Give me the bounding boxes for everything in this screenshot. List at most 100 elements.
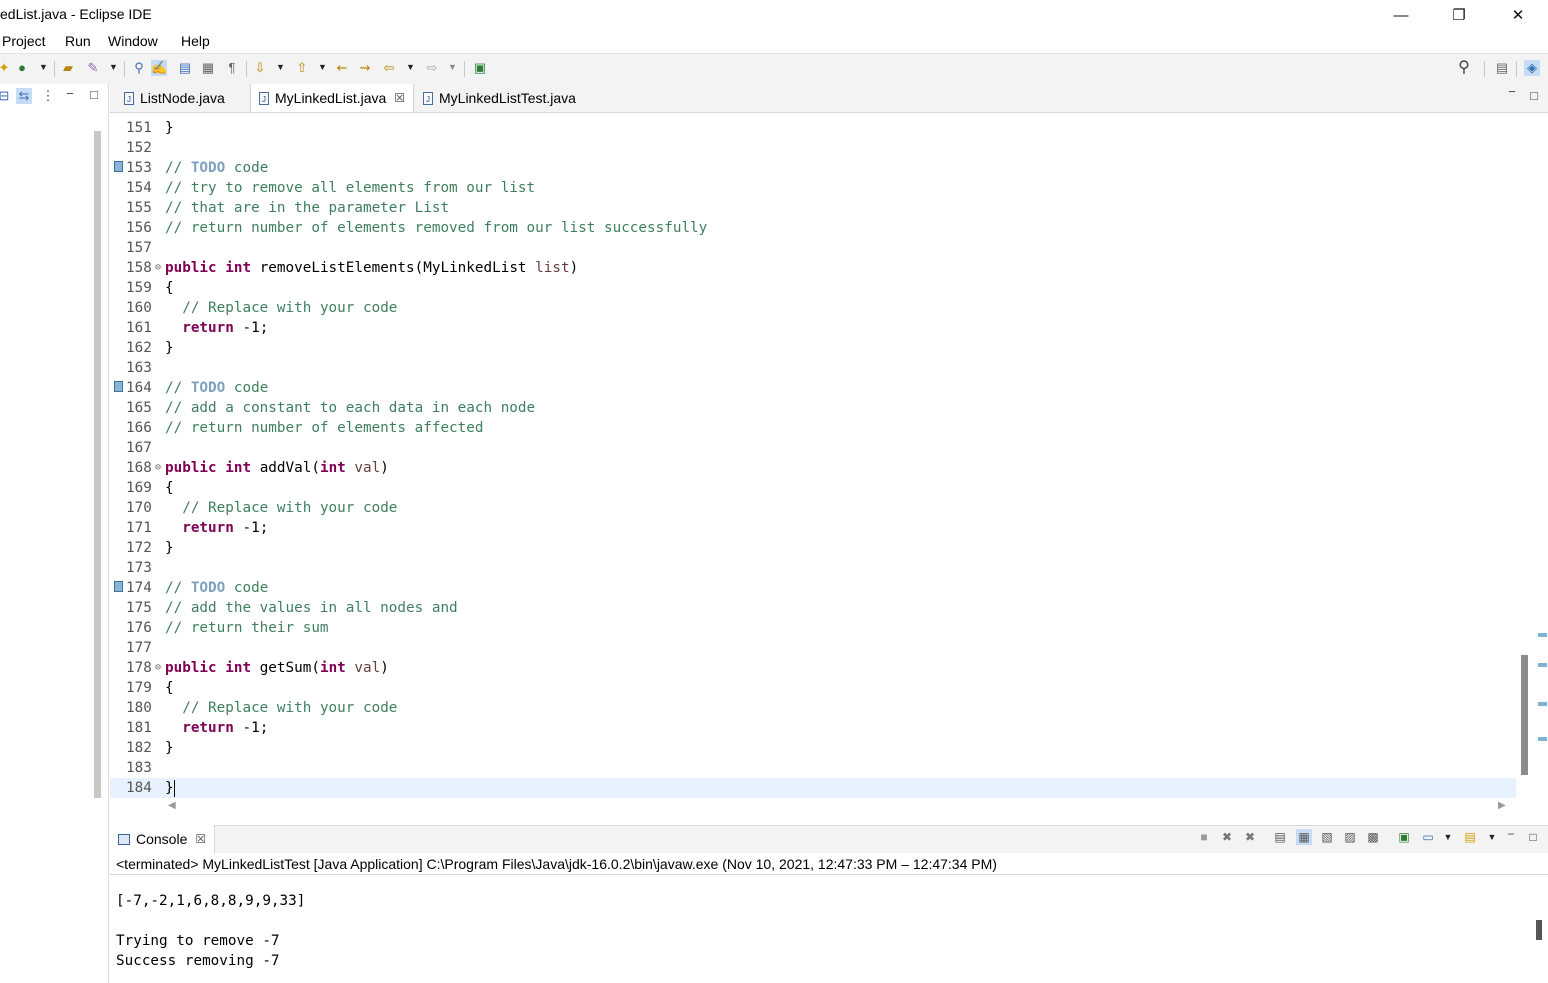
view-menu-icon[interactable]: ⋮ (40, 88, 56, 104)
menu-run[interactable]: Run (65, 33, 91, 49)
chevron-down-icon[interactable]: ▼ (276, 62, 285, 72)
code-line[interactable]: 160 // Replace with your code (110, 298, 1516, 318)
overview-marker[interactable] (1538, 702, 1547, 706)
chevron-down-icon[interactable]: ▼ (1440, 829, 1456, 845)
next-annotation-icon[interactable]: ⇩ (252, 60, 268, 76)
terminate-icon[interactable]: ■ (1196, 829, 1212, 845)
block-selection-icon[interactable]: ▦ (200, 60, 216, 76)
code-line[interactable]: 162} (110, 338, 1516, 358)
code-line[interactable]: 171 return -1; (110, 518, 1516, 538)
code-line[interactable]: 155 // that are in the parameter List (110, 198, 1516, 218)
maximize-editor-icon[interactable]: □ (1526, 88, 1542, 104)
console-vertical-scrollbar[interactable] (1536, 920, 1542, 940)
forward-icon[interactable]: ⇨ (424, 60, 440, 76)
code-line[interactable]: 154 // try to remove all elements from ou… (110, 178, 1516, 198)
menu-window[interactable]: Window (108, 33, 158, 49)
show-whitespace-icon[interactable]: ¶ (224, 60, 240, 76)
menu-help[interactable]: Help (181, 33, 210, 49)
code-line[interactable]: 161 return -1; (110, 318, 1516, 338)
code-line[interactable]: 176 // return their sum (110, 618, 1516, 638)
maximize-view-icon[interactable]: □ (86, 87, 102, 103)
fold-toggle-icon[interactable]: ⊖ (155, 258, 161, 278)
link-with-editor-icon[interactable]: ⇆ (16, 88, 32, 104)
code-line[interactable]: 174 // TODO code (110, 578, 1516, 598)
code-line[interactable]: 173 (110, 558, 1516, 578)
editor-horizontal-scrollbar[interactable]: ◀ ▶ (166, 800, 1512, 814)
code-line[interactable]: 180 // Replace with your code (110, 698, 1516, 718)
overview-marker[interactable] (1538, 737, 1547, 741)
toggle-mark-occurrences-icon[interactable]: ✍ (151, 60, 167, 76)
code-line[interactable]: 167 (110, 438, 1516, 458)
search-icon[interactable]: ⚲ (1456, 60, 1472, 76)
code-line[interactable]: 169 { (110, 478, 1516, 498)
search-tool-icon[interactable]: ✎ (85, 60, 101, 76)
open-console-icon[interactable]: ▣ (472, 60, 488, 76)
tab-mylinkedlist[interactable]: J MyLinkedList.java ☒ (250, 84, 415, 112)
code-line[interactable]: 175 // add the values in all nodes and (110, 598, 1516, 618)
chevron-down-icon[interactable]: ▼ (1484, 829, 1500, 845)
scroll-lock-icon[interactable]: ▦ (1296, 829, 1312, 845)
menu-project[interactable]: Project (2, 33, 46, 49)
forward-edit-icon[interactable]: ⇝ (357, 60, 373, 76)
task-marker-icon[interactable] (114, 581, 123, 592)
code-line[interactable]: 170 // Replace with your code (110, 498, 1516, 518)
code-line[interactable]: 178 ⊖ public int getSum(int val) (110, 658, 1516, 678)
code-line[interactable]: 159 { (110, 278, 1516, 298)
back-icon[interactable]: ⇦ (381, 60, 397, 76)
code-line[interactable]: 181 return -1; (110, 718, 1516, 738)
close-window-button[interactable]: ✕ (1489, 0, 1547, 30)
pin-console-icon[interactable]: ▣ (1396, 829, 1412, 845)
scroll-right-icon[interactable]: ▶ (1498, 800, 1506, 811)
code-line[interactable]: 156 // return number of elements removed … (110, 218, 1516, 238)
code-line[interactable]: 157 (110, 238, 1516, 258)
editor-vertical-scrollbar[interactable] (1521, 655, 1528, 775)
code-line[interactable]: 184} (110, 778, 1516, 798)
tab-mylinkedlisttest[interactable]: J MyLinkedListTest.java (415, 84, 584, 112)
chevron-down-icon[interactable]: ▼ (39, 62, 48, 72)
chevron-down-icon[interactable]: ▼ (406, 62, 415, 72)
chevron-down-icon[interactable]: ▼ (448, 62, 457, 72)
code-line[interactable]: 177 (110, 638, 1516, 658)
clear-console-icon[interactable]: ▤ (1272, 829, 1288, 845)
remove-all-terminated-icon[interactable]: ✖ (1242, 829, 1258, 845)
minimize-button[interactable]: — (1372, 0, 1430, 30)
open-perspective-icon[interactable]: ▤ (1494, 60, 1510, 76)
show-on-output-icon[interactable]: ▨ (1342, 829, 1358, 845)
minimize-editor-icon[interactable]: − (1504, 84, 1520, 100)
previous-annotation-icon[interactable]: ⇧ (294, 60, 310, 76)
fold-toggle-icon[interactable]: ⊖ (155, 458, 161, 478)
code-line[interactable]: 165 // add a constant to each data in eac… (110, 398, 1516, 418)
code-line[interactable]: 183 (110, 758, 1516, 778)
fold-toggle-icon[interactable]: ⊖ (155, 658, 161, 678)
java-perspective-icon[interactable]: ◈ (1524, 60, 1540, 76)
code-line[interactable]: 153 // TODO code (110, 158, 1516, 178)
close-tab-icon[interactable]: ☒ (394, 91, 405, 105)
code-line[interactable]: 168 ⊖ public int addVal(int val) (110, 458, 1516, 478)
maximize-console-icon[interactable]: □ (1525, 829, 1541, 845)
console-output[interactable]: [-7,-2,1,6,8,8,9,9,33] Trying to remove … (110, 876, 1548, 983)
task-marker-icon[interactable] (114, 381, 123, 392)
restore-button[interactable]: ❐ (1430, 0, 1488, 30)
code-line[interactable]: 164 // TODO code (110, 378, 1516, 398)
last-edit-location-icon[interactable]: ⇜ (334, 60, 350, 76)
remove-launch-icon[interactable]: ✖ (1219, 829, 1235, 845)
overview-marker[interactable] (1538, 663, 1547, 667)
code-editor[interactable]: 151} 152 153 // TODO code 154 // try to remov… (110, 113, 1516, 803)
minimize-view-icon[interactable]: − (62, 86, 78, 102)
display-console-icon[interactable]: ▭ (1420, 829, 1436, 845)
tab-console[interactable]: Console ☒ (110, 825, 216, 853)
tab-listnode[interactable]: J ListNode.java (116, 84, 233, 112)
new-class-icon[interactable]: ● (14, 60, 30, 76)
code-line[interactable]: 179 { (110, 678, 1516, 698)
code-line[interactable]: 152 (110, 138, 1516, 158)
debug-icon[interactable]: ⚲ (131, 60, 147, 76)
open-console-icon[interactable]: ▤ (1462, 829, 1478, 845)
chevron-down-icon[interactable]: ▼ (109, 62, 118, 72)
code-line[interactable]: 163 (110, 358, 1516, 378)
close-tab-icon[interactable]: ☒ (195, 832, 206, 846)
code-line[interactable]: 182} (110, 738, 1516, 758)
word-wrap-icon[interactable]: ▧ (1319, 829, 1335, 845)
collapse-all-icon[interactable]: ⊟ (0, 88, 12, 104)
code-line[interactable]: 158 ⊖ public int removeListElements(MyLink… (110, 258, 1516, 278)
chevron-down-icon[interactable]: ▼ (318, 62, 327, 72)
